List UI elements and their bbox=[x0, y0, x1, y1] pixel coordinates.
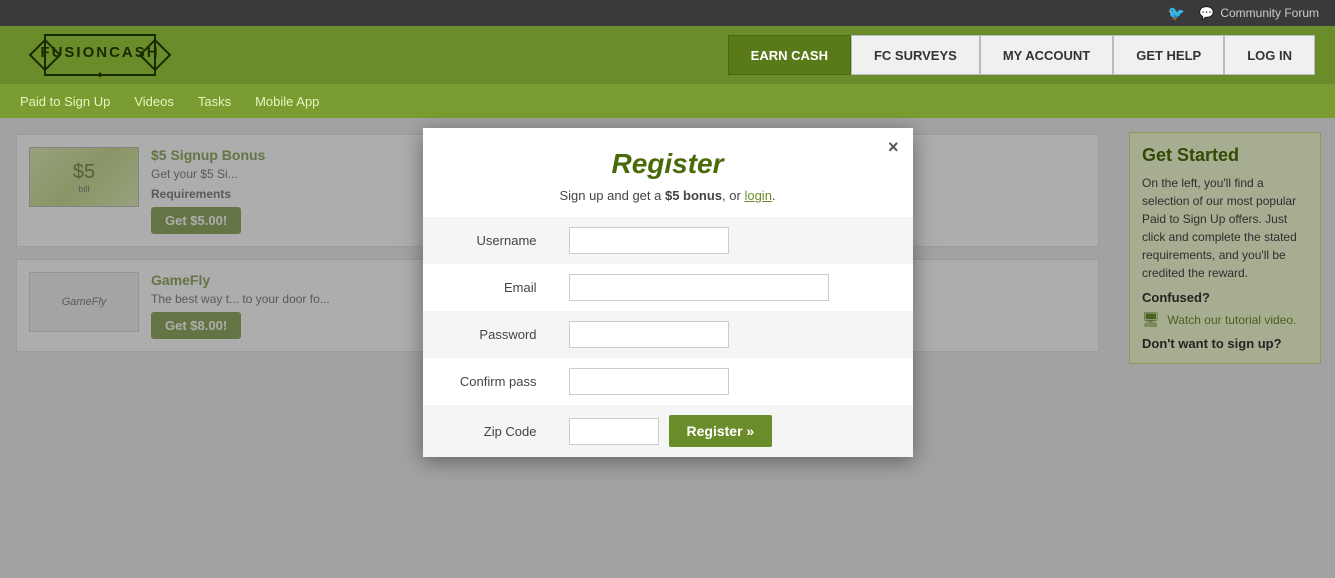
nav-tab-fc-surveys[interactable]: FC SURVEYS bbox=[851, 35, 980, 75]
subnav-tasks[interactable]: Tasks bbox=[198, 94, 231, 109]
svg-text:FUSIONCASH: FUSIONCASH bbox=[40, 44, 159, 61]
subnav-videos[interactable]: Videos bbox=[134, 94, 174, 109]
subnav-mobile-apps[interactable]: Mobile App bbox=[255, 94, 319, 109]
subtitle-text: Sign up and get a bbox=[559, 188, 665, 203]
subnav-paid-to-signup[interactable]: Paid to Sign Up bbox=[20, 94, 110, 109]
label-zip-code: Zip Code bbox=[423, 405, 553, 457]
input-cell-zip: Register » bbox=[553, 405, 913, 457]
register-button[interactable]: Register » bbox=[669, 415, 773, 447]
subtitle-end: . bbox=[772, 188, 776, 203]
confirm-pass-input[interactable] bbox=[569, 368, 729, 395]
logo-svg: FUSIONCASH ⬥ bbox=[20, 25, 180, 85]
nav-tab-my-account[interactable]: MY ACCOUNT bbox=[980, 35, 1113, 75]
form-row-email: Email bbox=[423, 264, 913, 311]
forum-icon: 💬 bbox=[1199, 6, 1214, 20]
form-row-zip: Zip Code Register » bbox=[423, 405, 913, 457]
label-username: Username bbox=[423, 217, 553, 264]
email-input[interactable] bbox=[569, 274, 829, 301]
svg-text:⬥: ⬥ bbox=[97, 70, 103, 79]
modal-subtitle: Sign up and get a $5 bonus, or login. bbox=[423, 188, 913, 217]
nav-tab-log-in[interactable]: LOG IN bbox=[1224, 35, 1315, 75]
register-form-table: Username Email Password bbox=[423, 217, 913, 457]
label-email: Email bbox=[423, 264, 553, 311]
input-cell-password bbox=[553, 311, 913, 358]
bonus-text: $5 bonus bbox=[665, 188, 722, 203]
nav-tabs: EARN CASH FC SURVEYS MY ACCOUNT GET HELP… bbox=[728, 35, 1315, 75]
input-cell-email bbox=[553, 264, 913, 311]
twitter-icon: 🐦 bbox=[1168, 5, 1185, 22]
modal-title: Register bbox=[423, 128, 913, 188]
modal-close-button[interactable]: × bbox=[888, 138, 899, 156]
nav-tab-get-help[interactable]: GET HELP bbox=[1113, 35, 1224, 75]
header: FUSIONCASH ⬥ EARN CASH FC SURVEYS MY ACC… bbox=[0, 26, 1335, 84]
modal-overlay: × Register Sign up and get a $5 bonus, o… bbox=[0, 118, 1335, 578]
form-row-username: Username bbox=[423, 217, 913, 264]
input-cell-confirm-pass bbox=[553, 358, 913, 405]
label-confirm-pass: Confirm pass bbox=[423, 358, 553, 405]
password-input[interactable] bbox=[569, 321, 729, 348]
community-forum-label: Community Forum bbox=[1220, 6, 1319, 20]
community-forum-link[interactable]: 💬 Community Forum bbox=[1199, 6, 1319, 20]
input-cell-username bbox=[553, 217, 913, 264]
form-row-password: Password bbox=[423, 311, 913, 358]
username-input[interactable] bbox=[569, 227, 729, 254]
main-content: $5 bill $5 Signup Bonus Get your $5 Si..… bbox=[0, 118, 1335, 578]
form-row-confirm-pass: Confirm pass bbox=[423, 358, 913, 405]
label-password: Password bbox=[423, 311, 553, 358]
zip-code-input[interactable] bbox=[569, 418, 659, 445]
subtitle-mid: , or bbox=[722, 188, 744, 203]
top-bar: 🐦 💬 Community Forum bbox=[0, 0, 1335, 26]
logo-area: FUSIONCASH ⬥ bbox=[20, 25, 180, 85]
nav-tab-earn-cash[interactable]: EARN CASH bbox=[728, 35, 851, 75]
sub-nav: Paid to Sign Up Videos Tasks Mobile App bbox=[0, 84, 1335, 118]
register-modal: × Register Sign up and get a $5 bonus, o… bbox=[423, 128, 913, 457]
login-link[interactable]: login bbox=[744, 188, 771, 203]
